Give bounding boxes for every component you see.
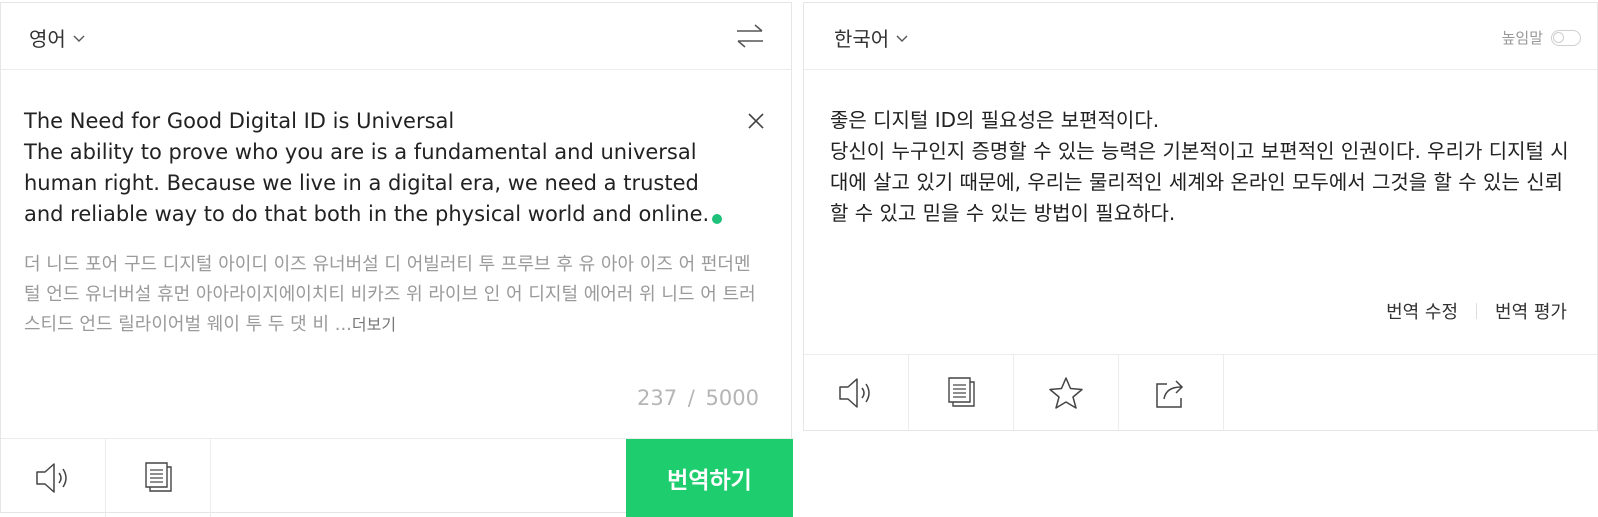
source-language-bar: 영어 — [1, 3, 791, 70]
rate-translation-link[interactable]: 번역 평가 — [1495, 298, 1567, 324]
source-panel: 영어 The Need for Good Digital ID is Unive… — [0, 2, 793, 517]
target-language-bar: 한국어 높임말 — [804, 3, 1597, 70]
source-listen-button[interactable] — [1, 439, 106, 517]
translation-output: 좋은 디지털 ID의 필요성은 보편적이다. 당신이 누구인지 증명할 수 있는… — [830, 108, 1569, 225]
close-icon[interactable] — [746, 111, 766, 131]
target-language-label: 한국어 — [834, 27, 890, 51]
source-language-label: 영어 — [29, 27, 66, 51]
swap-icon[interactable] — [735, 23, 765, 49]
more-link[interactable]: 더보기 — [352, 315, 396, 334]
star-icon — [1048, 377, 1083, 409]
char-counter: 237 / 5000 — [635, 386, 761, 410]
char-limit: 5000 — [705, 386, 759, 410]
source-language-select[interactable]: 영어 — [29, 23, 86, 52]
speaker-icon — [839, 378, 870, 408]
copy-icon — [947, 377, 975, 407]
source-copy-button[interactable] — [105, 439, 211, 517]
target-language-select[interactable]: 한국어 — [834, 23, 909, 52]
target-action-bar — [804, 354, 1597, 431]
edit-translation-link[interactable]: 번역 수정 — [1386, 298, 1458, 324]
honorific-label: 높임말 — [1501, 29, 1543, 47]
source-text-input[interactable]: The Need for Good Digital ID is Universa… — [24, 106, 734, 230]
input-status-dot — [712, 214, 722, 224]
honorific-switch[interactable] — [1551, 29, 1581, 46]
share-button[interactable] — [1118, 355, 1224, 431]
translate-button[interactable]: 번역하기 — [626, 439, 793, 517]
divider — [1476, 303, 1478, 319]
chevron-down-icon — [896, 35, 908, 42]
target-listen-button[interactable] — [804, 355, 909, 431]
chevron-down-icon — [73, 35, 85, 42]
translation-feedback: 번역 수정 번역 평가 — [1386, 298, 1567, 324]
speaker-icon — [36, 463, 67, 493]
honorific-toggle[interactable]: 높임말 — [1502, 27, 1581, 48]
char-count: 237 — [637, 386, 678, 410]
favorite-button[interactable] — [1013, 355, 1119, 431]
target-copy-button[interactable] — [908, 355, 1014, 431]
switch-knob — [1553, 31, 1564, 43]
pronunciation-text: 더 니드 포어 구드 디지털 아이디 이즈 유너버설 디 어빌러티 투 프루브 … — [24, 250, 764, 340]
copy-icon — [144, 462, 172, 492]
char-separator: / — [687, 386, 695, 410]
share-icon — [1155, 380, 1183, 408]
source-action-bar: 번역하기 — [1, 438, 793, 517]
target-panel: 한국어 높임말 좋은 디지털 ID의 필요성은 보편적이다. 당신이 누구인지 … — [803, 2, 1598, 431]
